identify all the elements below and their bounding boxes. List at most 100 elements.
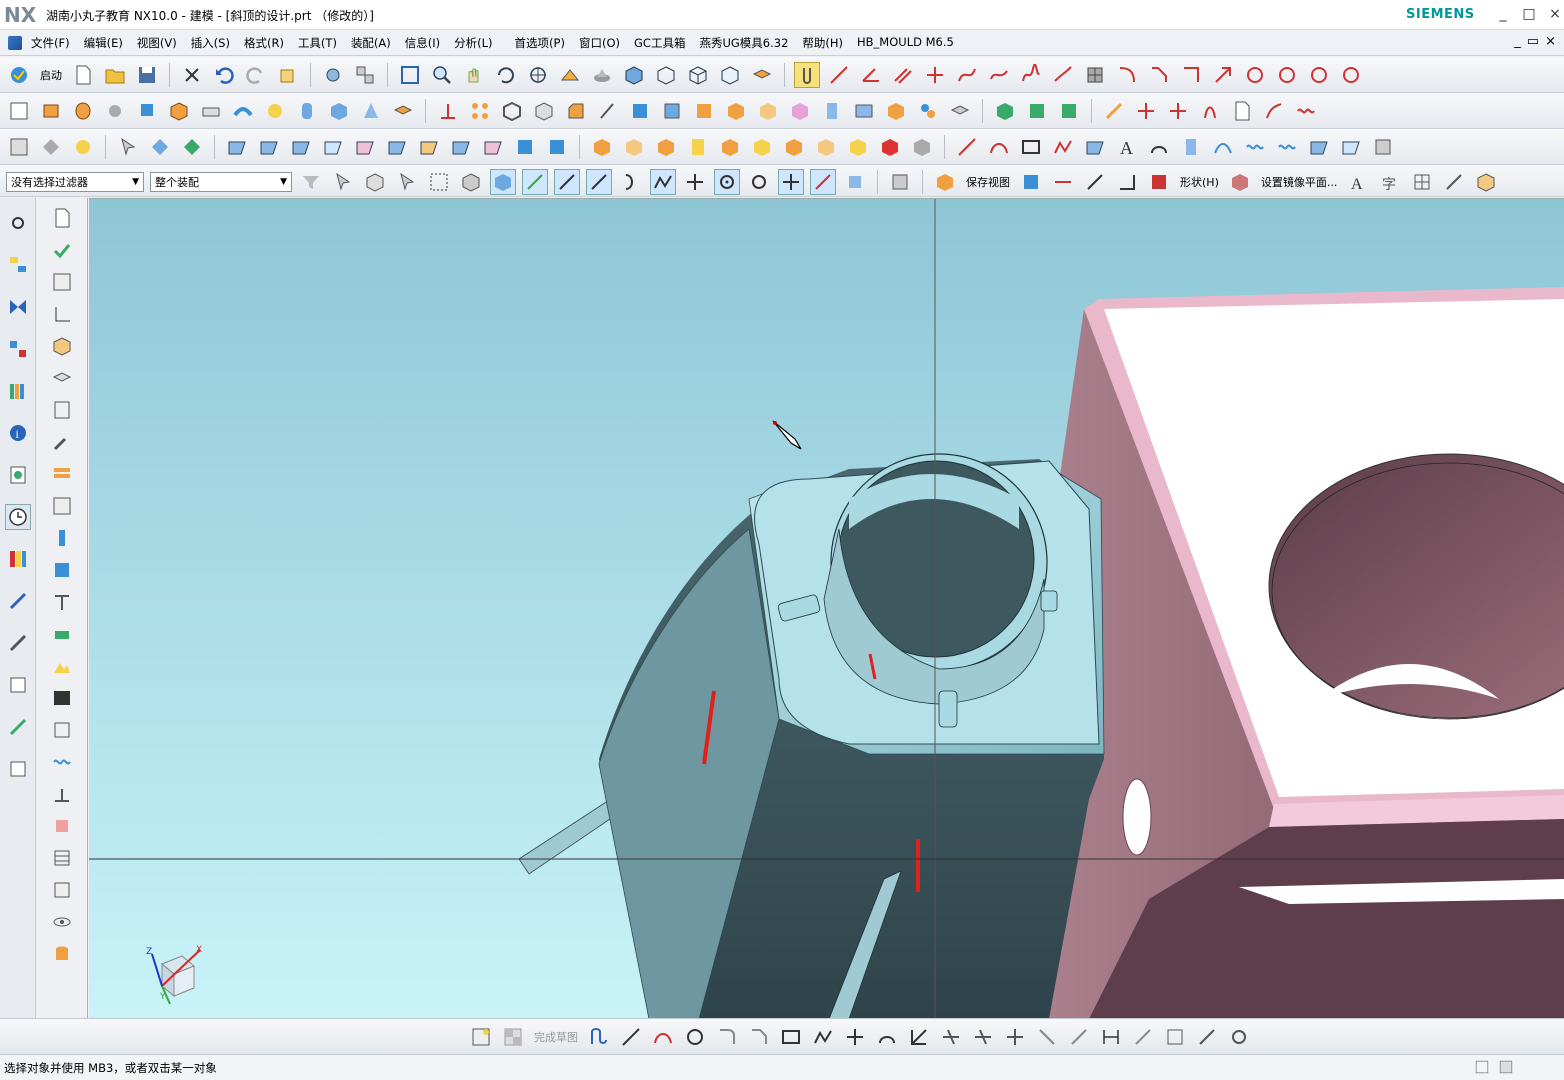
trim-body-icon[interactable] — [659, 98, 685, 124]
parallel-icon[interactable] — [890, 62, 916, 88]
intersect-body-icon[interactable] — [819, 98, 845, 124]
snap-control-icon[interactable] — [586, 169, 612, 195]
color-cube-icon[interactable] — [992, 98, 1018, 124]
character-icon[interactable]: 字 — [1377, 169, 1403, 195]
menu-assembly[interactable]: 装配(A) — [350, 35, 392, 51]
rectangle-select-icon[interactable] — [426, 169, 452, 195]
curve-analysis-icon[interactable] — [1370, 134, 1396, 160]
snap-center-icon[interactable] — [714, 169, 740, 195]
sketch-settings-icon[interactable] — [1226, 1024, 1252, 1050]
extract-icon[interactable] — [1261, 98, 1287, 124]
select-point-icon[interactable] — [115, 134, 141, 160]
sweep-icon[interactable] — [230, 98, 256, 124]
mirror-plane-icon[interactable] — [1227, 169, 1253, 195]
select-body-icon[interactable] — [362, 169, 388, 195]
sketch-circle-icon[interactable] — [682, 1024, 708, 1050]
filter-settings-icon[interactable] — [298, 169, 324, 195]
sketch-line-icon[interactable] — [618, 1024, 644, 1050]
book-2-icon[interactable] — [544, 134, 570, 160]
wire-cube-icon[interactable] — [653, 62, 679, 88]
roles-icon[interactable] — [5, 672, 31, 698]
unite-icon[interactable] — [755, 98, 781, 124]
text-icon[interactable]: A — [1114, 134, 1140, 160]
sketch-offset-icon[interactable] — [874, 1024, 900, 1050]
clip-icon[interactable] — [1050, 169, 1076, 195]
rotate-icon[interactable] — [493, 62, 519, 88]
render-style-icon[interactable] — [589, 62, 615, 88]
trim-curve-icon[interactable] — [1178, 62, 1204, 88]
sheet-icon[interactable] — [1229, 98, 1255, 124]
sketch-pattern-icon[interactable] — [906, 1024, 932, 1050]
sketch-rectangle-icon[interactable] — [778, 1024, 804, 1050]
sketch-icon[interactable] — [6, 98, 32, 124]
sketch-extend-icon[interactable] — [970, 1024, 996, 1050]
snap-point-icon[interactable] — [794, 62, 820, 88]
mold-electrode-icon[interactable] — [813, 134, 839, 160]
pan-icon[interactable] — [461, 62, 487, 88]
tool-table-icon[interactable] — [49, 845, 75, 871]
mold-slider-icon[interactable] — [685, 134, 711, 160]
app-menu-icon[interactable] — [8, 36, 22, 50]
tool-base-icon[interactable] — [49, 781, 75, 807]
offset-3d-icon[interactable] — [1242, 134, 1268, 160]
extension-icon[interactable] — [448, 134, 474, 160]
block-2-icon[interactable] — [326, 98, 352, 124]
face-curvature-icon[interactable] — [1114, 169, 1140, 195]
snap-arc-icon[interactable] — [618, 169, 644, 195]
menu-hb-mould[interactable]: HB_MOULD M6.5 — [856, 35, 955, 51]
shell-icon[interactable] — [499, 98, 525, 124]
start-button[interactable]: 启动 — [38, 67, 64, 83]
menu-insert[interactable]: 插入(S) — [190, 35, 231, 51]
studio-surface-icon[interactable] — [384, 134, 410, 160]
selection-scope-dropdown[interactable]: 整个装配 ▼ — [150, 172, 292, 192]
arc-icon[interactable] — [986, 134, 1012, 160]
curve-tool-icon[interactable] — [954, 62, 980, 88]
block-icon[interactable] — [166, 98, 192, 124]
mold-lifter-icon[interactable] — [717, 134, 743, 160]
extract-curve-icon[interactable] — [1338, 134, 1364, 160]
edge-blend-icon[interactable] — [531, 98, 557, 124]
box-view-icon[interactable] — [275, 62, 301, 88]
law-extension-icon[interactable] — [480, 134, 506, 160]
layer-settings-icon[interactable] — [887, 169, 913, 195]
wrap-curve-icon[interactable] — [1146, 134, 1172, 160]
cylinder-2-icon[interactable] — [294, 98, 320, 124]
history-icon[interactable] — [4, 504, 31, 530]
menu-help[interactable]: 帮助(H) — [801, 35, 844, 51]
cube-view-icon[interactable] — [621, 62, 647, 88]
sketch-arc-icon[interactable] — [650, 1024, 676, 1050]
menu-window[interactable]: 窗口(O) — [578, 35, 621, 51]
offset-face-icon[interactable] — [723, 98, 749, 124]
nx5-icon[interactable] — [134, 98, 160, 124]
wire-cube-3-icon[interactable] — [717, 62, 743, 88]
polyline-icon[interactable] — [1050, 134, 1076, 160]
intersect-icon[interactable] — [922, 62, 948, 88]
tool-ejector-icon[interactable] — [49, 589, 75, 615]
bounded-plane-icon[interactable] — [224, 134, 250, 160]
move-face-icon[interactable] — [851, 98, 877, 124]
snap-existing-icon[interactable] — [842, 169, 868, 195]
finish-sketch-button[interactable]: 完成草图 — [532, 1029, 580, 1045]
start-icon[interactable] — [6, 62, 32, 88]
wave-link-icon[interactable] — [1101, 98, 1127, 124]
doc-restore-button[interactable]: ▭ — [1527, 34, 1539, 49]
model-box-icon[interactable] — [1473, 169, 1499, 195]
close-button[interactable]: × — [1544, 4, 1564, 24]
tool-database-icon[interactable] — [49, 941, 75, 967]
selection-filter-dropdown[interactable]: 没有选择过滤器 ▼ — [6, 172, 144, 192]
extend-curve-icon[interactable] — [1210, 62, 1236, 88]
sketch-polygon-icon[interactable] — [810, 1024, 836, 1050]
tool-plate-icon[interactable] — [49, 365, 75, 391]
assembly-navigator-icon[interactable] — [5, 252, 31, 278]
shape-icon[interactable] — [1146, 169, 1172, 195]
tool-wrench-icon[interactable] — [49, 429, 75, 455]
open-folder-icon[interactable] — [102, 62, 128, 88]
circle-3-icon[interactable] — [1306, 62, 1332, 88]
redo-icon[interactable] — [243, 62, 269, 88]
fillet-curve-icon[interactable] — [1114, 62, 1140, 88]
tool-film-icon[interactable] — [49, 685, 75, 711]
thread-icon[interactable] — [595, 98, 621, 124]
delete-icon[interactable] — [179, 62, 205, 88]
emboss-icon[interactable] — [947, 98, 973, 124]
datum-icon[interactable] — [38, 134, 64, 160]
